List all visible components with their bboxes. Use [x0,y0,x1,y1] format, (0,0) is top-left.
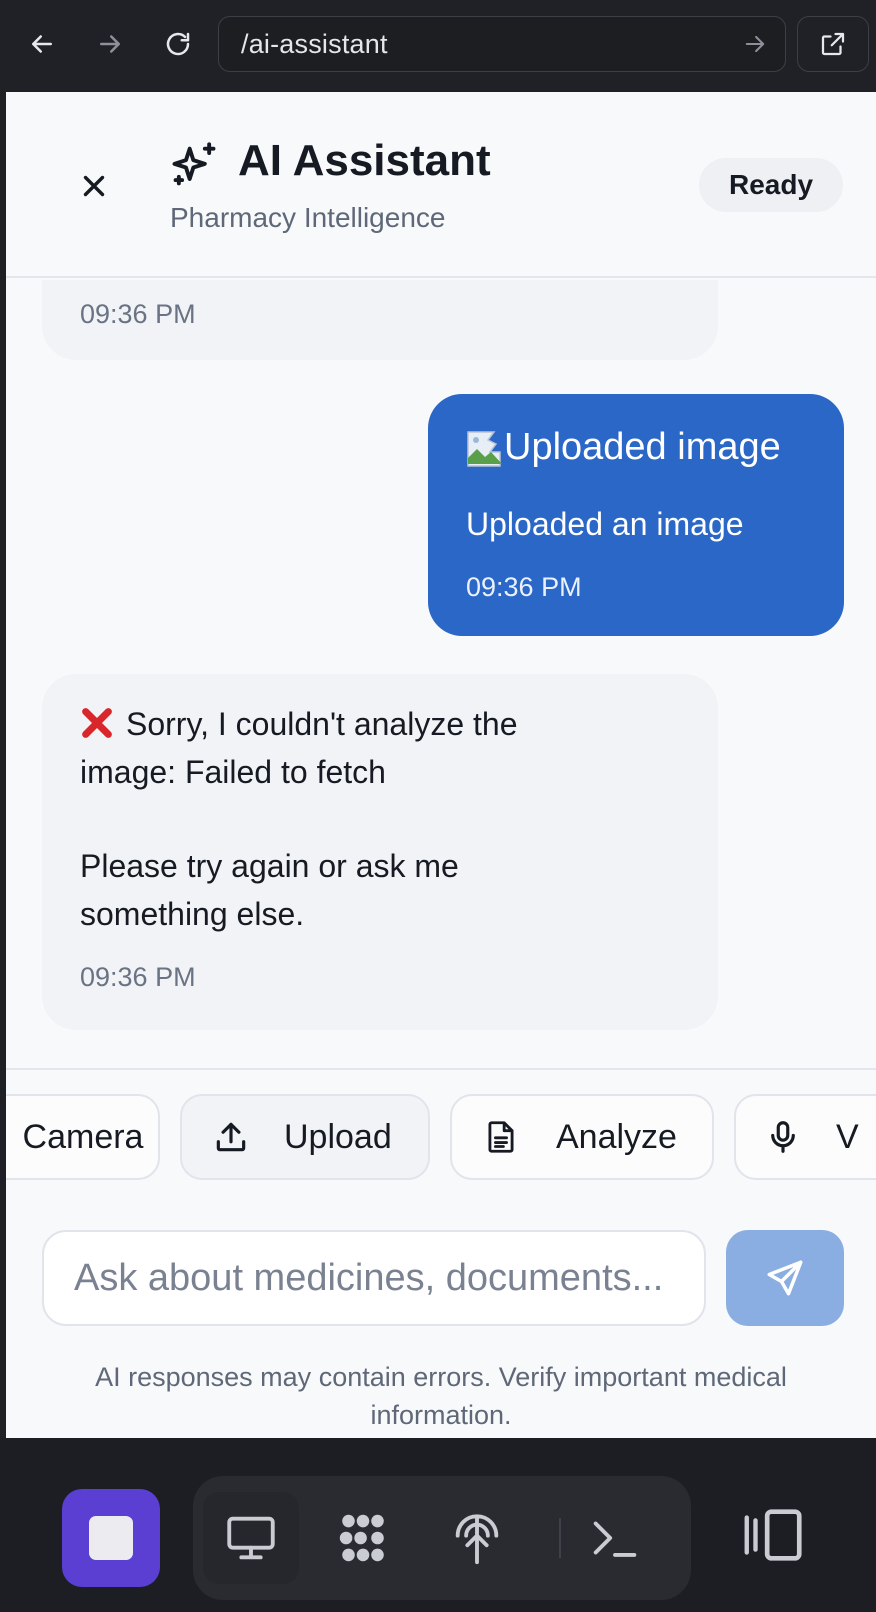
terminal-button[interactable] [567,1492,663,1584]
cross-mark-icon [82,708,112,738]
apps-grid-icon [339,1514,384,1562]
upload-button[interactable]: Upload [180,1094,430,1180]
go-arrow-icon[interactable] [741,30,769,58]
ai-assistant-panel: AI Assistant Pharmacy Intelligence Ready… [6,92,876,1438]
page-title: AI Assistant [238,136,491,185]
error-message-line: Sorry, I couldn't analyze the [80,706,518,743]
error-text-3: Please try again or ask me [80,848,459,884]
microphone-icon [771,1121,795,1153]
reload-icon [166,32,190,56]
stop-button[interactable] [62,1489,160,1587]
upload-label: Upload [284,1117,392,1156]
analyze-label: Analyze [556,1117,677,1156]
sparkles-icon [172,142,216,186]
divider [6,1068,876,1070]
antenna-icon [455,1514,499,1565]
error-text-1: Sorry, I couldn't analyze the [126,706,518,742]
uploaded-image[interactable]: Uploaded image [466,426,781,469]
assistant-header: AI Assistant Pharmacy Intelligence Ready [6,92,876,278]
message-timestamp: 09:36 PM [80,962,196,992]
apps-button[interactable] [315,1492,411,1584]
user-message: Uploaded image Uploaded an image 09:36 P… [428,394,844,636]
browser-toolbar: /ai-assistant [0,0,876,92]
stop-icon [89,1516,133,1560]
forward-button[interactable] [88,22,132,66]
reload-button[interactable] [156,22,200,66]
side-panel-icon[interactable] [738,1500,808,1570]
arrow-right-icon [100,35,120,53]
assistant-message-previous: 09:36 PM [42,280,718,360]
broken-image-icon [466,428,504,468]
monitor-icon [227,1516,275,1560]
url-text: /ai-assistant [241,28,388,59]
address-bar[interactable]: /ai-assistant [218,16,786,72]
terminal-icon [593,1521,637,1557]
separator [559,1518,561,1558]
assistant-message: Sorry, I couldn't analyze the image: Fai… [42,674,718,1030]
message-timestamp: 09:36 PM [466,572,582,602]
voice-button[interactable]: V [734,1094,876,1180]
upload-icon [216,1122,246,1152]
composer [42,1230,844,1326]
camera-button[interactable]: Camera [6,1094,160,1180]
close-button[interactable] [70,162,118,210]
close-icon [83,175,105,197]
document-icon [488,1121,514,1153]
user-message-text: Uploaded an image [466,506,744,542]
image-alt-text: Uploaded image [504,426,781,468]
error-text-4: something else. [80,896,305,932]
bottom-toolbar [0,1438,876,1612]
back-button[interactable] [20,22,64,66]
message-timestamp: 09:36 PM [80,299,196,329]
disclaimer-text: AI responses may contain errors. Verify … [95,1362,787,1430]
send-icon [767,1260,803,1296]
status-badge: Ready [699,158,843,212]
chat-input[interactable] [42,1230,706,1326]
external-link-icon [821,32,845,56]
tool-group [193,1476,691,1600]
open-external-button[interactable] [797,16,869,72]
voice-label: V [836,1117,859,1156]
message-list[interactable]: 09:36 PM Uploaded image Uploaded an imag… [6,280,876,1068]
arrow-left-icon [32,35,52,53]
desktop-button[interactable] [203,1492,299,1584]
page-subtitle: Pharmacy Intelligence [170,202,446,233]
error-text-2: image: Failed to fetch [80,754,386,790]
network-button[interactable] [429,1492,525,1584]
quick-actions: Camera Upload Analyze V [6,1094,876,1182]
send-button[interactable] [726,1230,844,1326]
camera-label: Camera [22,1117,144,1156]
analyze-button[interactable]: Analyze [450,1094,714,1180]
